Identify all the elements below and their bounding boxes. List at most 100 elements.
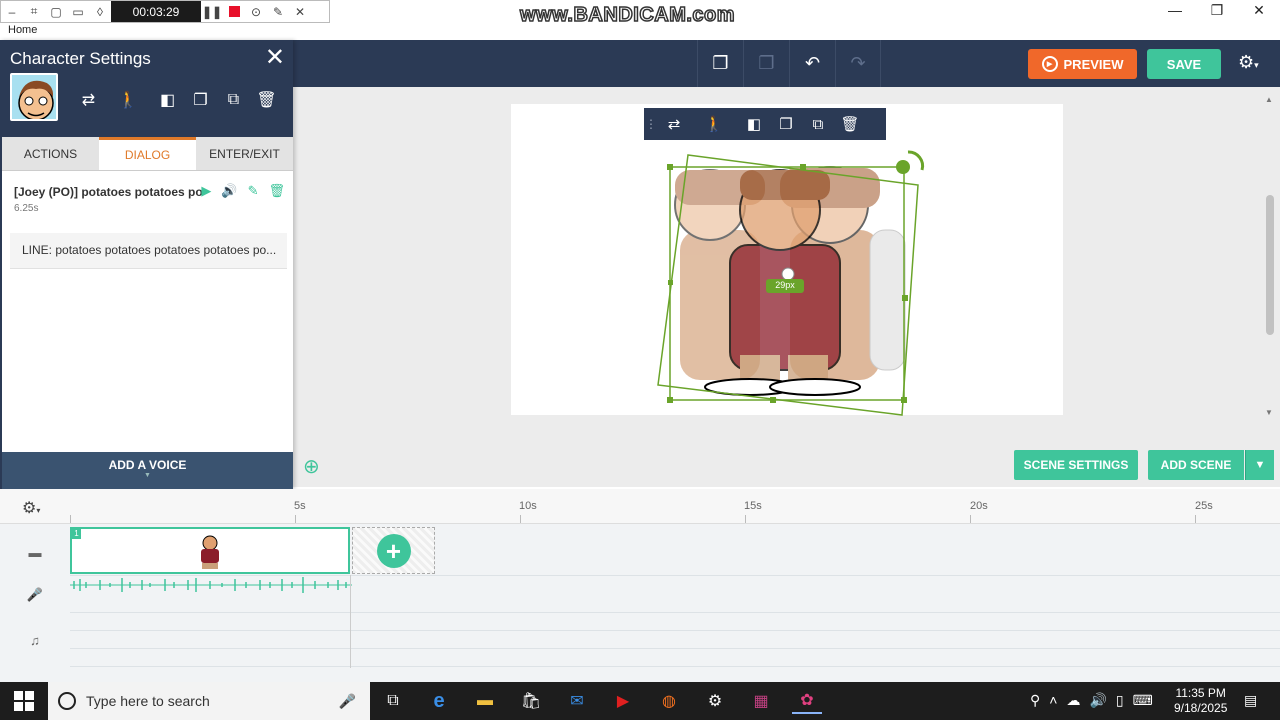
actions-icon[interactable]: 🚶	[105, 90, 151, 110]
chevron-up-icon[interactable]: ˄	[1049, 692, 1057, 709]
trash-icon[interactable]: 🗑	[834, 108, 866, 140]
tick	[520, 515, 521, 523]
bandicam-icon[interactable]: ✿	[792, 688, 822, 714]
undo-icon[interactable]: ↶	[789, 40, 835, 87]
dialog-name: [Joey (PO)] potatoes potatoes po...	[14, 185, 202, 199]
edit-icon[interactable]: ✎	[248, 183, 259, 199]
system-tray: ⚲ ˄ ☁ 🔊 ▯ ⌨	[1030, 692, 1153, 709]
taskbar-clock[interactable]: 11:35 PM 9/18/2025	[1174, 686, 1227, 716]
windows-start-icon[interactable]	[14, 691, 34, 711]
drag-handle-icon[interactable]: ⋮	[644, 117, 658, 131]
actions-icon[interactable]: 🚶	[690, 108, 738, 140]
tick	[295, 515, 296, 523]
paste-icon: ❐	[743, 40, 789, 87]
scene-settings-button[interactable]: SCENE SETTINGS	[1014, 450, 1138, 480]
crop-icon[interactable]: ⌗	[23, 1, 45, 22]
camera-icon[interactable]: ⊙	[245, 1, 267, 22]
dialog-duration: 6.25s	[14, 203, 39, 214]
tab-actions[interactable]: ACTIONS	[2, 137, 99, 170]
window-minimize-button[interactable]: —	[1154, 0, 1196, 22]
recorder-toolbar: – ⌗ ▢ ▭ ◊ 00:03:29 ❚❚ ⊙ ✎ ✕	[0, 0, 330, 23]
pause-icon[interactable]: ❚❚	[201, 1, 223, 22]
winrar-icon[interactable]: ▦	[746, 688, 776, 714]
copy-icon[interactable]: ❐	[697, 40, 743, 87]
zoom-in-icon[interactable]: ⊕	[303, 454, 320, 479]
scene-thumbnail[interactable]: 1	[70, 527, 350, 574]
youtube-icon[interactable]: ▶	[608, 688, 638, 714]
panel-header: Character Settings ✕ ⇄ 🚶 ◧ ❐ ⧉ 🗑	[2, 40, 293, 137]
network-icon[interactable]: ▯	[1116, 692, 1124, 709]
swap-character-icon[interactable]: ⇄	[658, 108, 690, 140]
stage-scrollbar[interactable]	[1266, 195, 1274, 335]
app-root: – ⌗ ▢ ▭ ◊ 00:03:29 ❚❚ ⊙ ✎ ✕ www.BANDICAM…	[0, 0, 1280, 720]
save-button[interactable]: SAVE	[1147, 49, 1221, 79]
taskbar-search[interactable]: Type here to search 🎤	[48, 682, 370, 720]
mail-icon[interactable]: ✉	[562, 688, 592, 714]
preview-button[interactable]: ▶ PREVIEW	[1028, 49, 1137, 79]
copy-icon[interactable]: ❐	[184, 90, 217, 110]
firefox-icon[interactable]: ◍	[654, 688, 684, 714]
audio-waveform[interactable]	[70, 577, 352, 593]
minimize-icon[interactable]: –	[1, 1, 23, 22]
dialog-line[interactable]: LINE: potatoes potatoes potatoes potatoe…	[10, 233, 287, 269]
onedrive-icon[interactable]: ☁	[1066, 692, 1080, 709]
tab-dialog[interactable]: DIALOG	[99, 137, 196, 170]
plus-icon: +	[376, 533, 411, 568]
breadcrumb-home[interactable]: Home	[8, 24, 37, 36]
track-divider	[70, 595, 1280, 613]
windows-taskbar: Type here to search 🎤 ⧉ e ▬ 🛍 ✉ ▶ ◍ ⚙ ▦ …	[0, 682, 1280, 720]
webcam-icon[interactable]: ▭	[67, 1, 89, 22]
trash-icon[interactable]: 🗑	[268, 183, 285, 199]
window-controls: — ❐ ✕	[1154, 0, 1280, 22]
add-voice-button[interactable]: ADD A VOICE ▼	[2, 452, 293, 489]
stop-icon[interactable]	[223, 1, 245, 22]
task-view-icon[interactable]: ⧉	[378, 688, 408, 714]
tab-enter-exit[interactable]: ENTER/EXIT	[196, 137, 293, 170]
copy-icon[interactable]: ❐	[770, 108, 802, 140]
screen-icon[interactable]: ▢	[45, 1, 67, 22]
window-maximize-button[interactable]: ❐	[1196, 0, 1238, 22]
tick-label: 5s	[294, 500, 306, 512]
drop-icon[interactable]: ◊	[89, 1, 111, 22]
microphone-icon[interactable]: 🎤	[339, 693, 356, 710]
tick-label: 15s	[744, 500, 762, 512]
edge-icon[interactable]: e	[424, 688, 454, 714]
duplicate-icon[interactable]: ⧉	[217, 91, 250, 109]
character-avatar[interactable]	[10, 73, 58, 121]
notification-icon[interactable]: ▤	[1244, 692, 1257, 709]
character-floating-toolbar: ⋮ ⇄ 🚶 ◧ ❐ ⧉ 🗑	[644, 108, 886, 140]
panel-title: Character Settings	[10, 49, 151, 68]
flip-icon[interactable]: ◧	[738, 108, 770, 140]
video-track-icon: ▬	[28, 544, 42, 560]
pencil-icon[interactable]: ✎	[267, 1, 289, 22]
flip-icon[interactable]: ◧	[151, 90, 184, 110]
add-scene-dropdown-icon[interactable]: ▼	[1245, 450, 1274, 480]
trash-icon[interactable]: 🗑	[250, 90, 283, 110]
tick	[70, 515, 71, 523]
keyboard-icon[interactable]: ⌨	[1133, 692, 1153, 709]
file-explorer-icon[interactable]: ▬	[470, 688, 500, 714]
recording-watermark: www.BANDICAM.com	[519, 3, 736, 27]
scroll-down-icon[interactable]: ▼	[1265, 408, 1273, 417]
volume-icon[interactable]: 🔊	[221, 183, 237, 199]
add-scene-slot[interactable]: +	[352, 527, 435, 574]
swap-character-icon[interactable]: ⇄	[72, 90, 105, 110]
close-icon[interactable]: ✕	[265, 43, 285, 72]
clock-time: 11:35 PM	[1175, 686, 1226, 700]
add-scene-button[interactable]: ADD SCENE	[1148, 450, 1244, 480]
character-settings-panel: Character Settings ✕ ⇄ 🚶 ◧ ❐ ⧉ 🗑 ACTIONS…	[0, 40, 293, 489]
settings-icon[interactable]: ⚙	[700, 688, 730, 714]
window-close-button[interactable]: ✕	[1238, 0, 1280, 22]
play-icon[interactable]: ▶	[201, 183, 211, 199]
volume-icon[interactable]: 🔊	[1089, 692, 1106, 709]
store-icon[interactable]: 🛍	[516, 688, 546, 714]
duplicate-icon[interactable]: ⧉	[802, 108, 834, 140]
close-icon[interactable]: ✕	[289, 1, 311, 22]
recording-timer: 00:03:29	[111, 1, 201, 22]
people-icon[interactable]: ⚲	[1030, 692, 1040, 709]
timeline-settings-icon[interactable]: ⚙▾	[22, 498, 40, 518]
scroll-up-icon[interactable]: ▲	[1265, 95, 1273, 104]
dialog-item[interactable]: [Joey (PO)] potatoes potatoes po... 6.25…	[2, 171, 293, 223]
settings-gear-icon[interactable]: ⚙▾	[1238, 52, 1259, 73]
tick-label: 25s	[1195, 500, 1213, 512]
